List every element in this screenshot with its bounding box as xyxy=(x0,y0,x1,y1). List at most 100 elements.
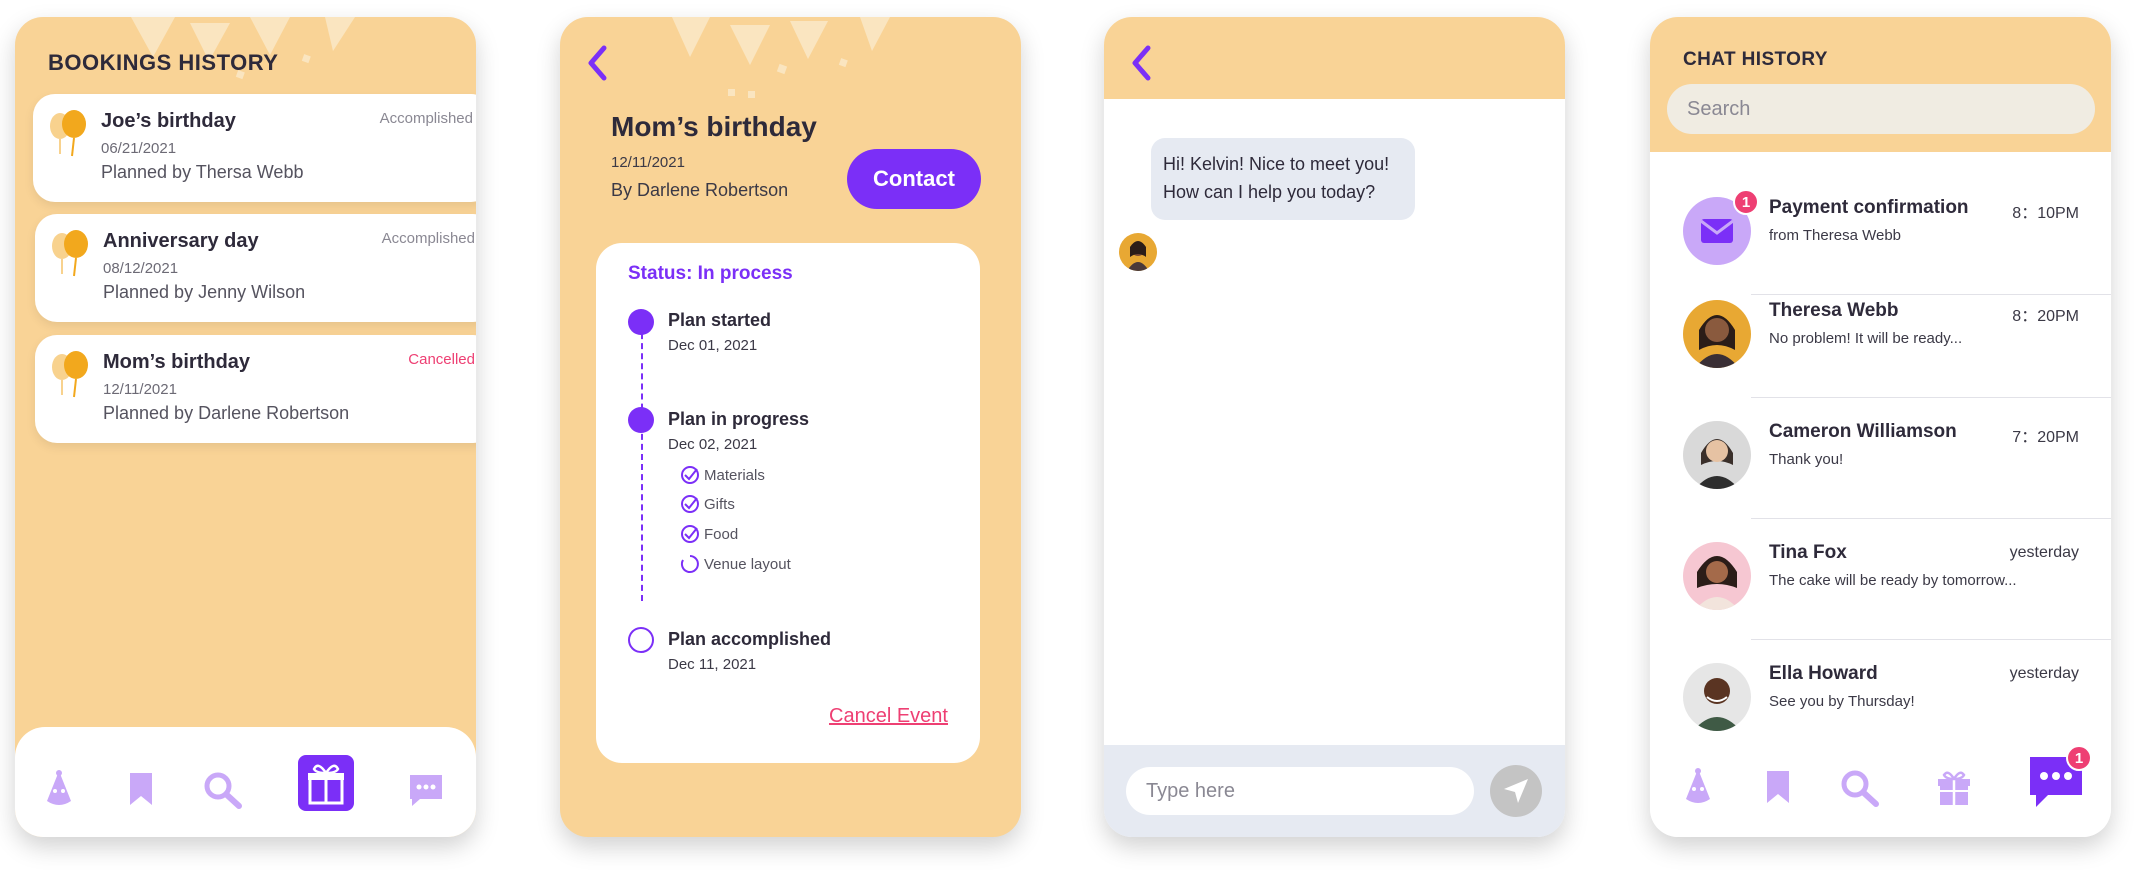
back-icon[interactable] xyxy=(1128,43,1154,83)
balloons-icon xyxy=(52,351,89,398)
chat-name: Cameron Williamson xyxy=(1769,421,1957,442)
chat-time: 7：20PM xyxy=(2012,429,2079,446)
chat-time: yesterday xyxy=(2009,544,2079,561)
loading-circle-icon xyxy=(680,555,699,573)
message-text: Hi! Kelvin! Nice to meet you! xyxy=(1163,154,1390,174)
event-date: 12/11/2021 xyxy=(611,154,685,171)
gift-icon xyxy=(308,764,344,805)
chat-preview: The cake will be ready by tomorrow... xyxy=(1769,572,2017,589)
timeline-step-date: Dec 11, 2021 xyxy=(668,656,757,673)
party-hat-icon[interactable] xyxy=(1682,767,1714,807)
check-circle-icon xyxy=(681,525,699,543)
chat-time: 8：10PM xyxy=(2012,205,2079,222)
status-badge: Cancelled xyxy=(408,351,475,368)
chat-name: Ella Howard xyxy=(1769,663,1878,684)
task-item: Gifts xyxy=(680,494,735,514)
page-title: BOOKINGS HISTORY xyxy=(48,50,279,75)
compose-bar xyxy=(1104,745,1565,837)
party-hat-icon[interactable] xyxy=(43,769,75,809)
status-card: Status: In process Plan started Dec 01, … xyxy=(596,243,980,763)
avatar xyxy=(1683,421,1751,489)
balloons-icon xyxy=(52,230,89,277)
chat-name: Theresa Webb xyxy=(1769,300,1899,321)
task-item: Food xyxy=(680,524,738,544)
chat-preview: No problem! It will be ready... xyxy=(1769,330,1963,347)
chat-screen: Hi! Kelvin! Nice to meet you! How can I … xyxy=(1104,17,1565,837)
timeline-dot xyxy=(628,407,654,433)
task-label: Food xyxy=(704,525,739,543)
contact-button[interactable]: Contact xyxy=(847,149,981,209)
task-item: Materials xyxy=(680,465,765,485)
chat-history-screen: CHAT HISTORY 1 Payment confirmation from… xyxy=(1650,17,2111,837)
send-button[interactable] xyxy=(1490,765,1542,817)
chat-list-item[interactable]: Tina Fox The cake will be ready by tomor… xyxy=(1650,520,2111,640)
avatar xyxy=(1683,663,1751,731)
timeline-step-date: Dec 01, 2021 xyxy=(668,337,758,354)
avatar xyxy=(1119,233,1157,271)
avatar xyxy=(1683,542,1751,610)
bunting-decoration xyxy=(672,17,890,98)
message-text: How can I help you today? xyxy=(1163,182,1376,202)
booking-planner: Planned by Jenny Wilson xyxy=(103,282,306,302)
chat-list-item[interactable]: Theresa Webb No problem! It will be read… xyxy=(1650,278,2111,398)
event-organizer: By Darlene Robertson xyxy=(611,180,789,200)
timeline-dot xyxy=(628,627,654,653)
bookings-history-screen: BOOKINGS HISTORY Joe’s birthday 06/21/20… xyxy=(15,17,476,837)
booking-date: 12/11/2021 xyxy=(103,381,177,398)
timeline-line xyxy=(641,323,643,601)
status-badge: Accomplished xyxy=(379,110,473,127)
timeline-step-title: Plan started xyxy=(668,310,772,330)
booking-date: 08/12/2021 xyxy=(103,260,179,277)
message-input[interactable] xyxy=(1126,767,1474,815)
status-label: Status: In process xyxy=(628,263,793,284)
divider xyxy=(1751,518,2111,519)
booking-card[interactable]: Joe’s birthday 06/21/2021 Planned by The… xyxy=(33,94,476,202)
event-title: Mom’s birthday xyxy=(611,111,817,142)
divider xyxy=(1751,639,2111,640)
timeline-step-title: Plan accomplished xyxy=(668,629,832,649)
check-circle-icon xyxy=(681,495,699,513)
page-title: CHAT HISTORY xyxy=(1683,49,1828,70)
chat-history-header: CHAT HISTORY xyxy=(1650,17,2111,152)
chat-name: Payment confirmation xyxy=(1769,197,1969,218)
chat-preview: from Theresa Webb xyxy=(1769,227,1902,244)
message-bubble: Hi! Kelvin! Nice to meet you! How can I … xyxy=(1151,138,1415,220)
notification-badge: 1 xyxy=(1733,189,1759,215)
search-input[interactable] xyxy=(1667,84,2095,134)
check-circle-icon xyxy=(681,466,699,484)
booking-card[interactable]: Anniversary day 08/12/2021 Planned by Je… xyxy=(35,214,476,322)
timeline-step-date: Dec 02, 2021 xyxy=(668,436,758,453)
chat-preview: Thank you! xyxy=(1769,451,1844,468)
gift-button[interactable] xyxy=(298,755,354,811)
chat-name: Tina Fox xyxy=(1769,542,1847,563)
search-icon[interactable] xyxy=(1840,769,1880,807)
search-icon[interactable] xyxy=(203,771,243,809)
chat-icon[interactable] xyxy=(406,771,446,809)
cancel-event-button[interactable]: Cancel Event xyxy=(829,705,948,728)
bookmark-icon[interactable] xyxy=(127,771,155,807)
send-icon xyxy=(1504,779,1528,803)
chat-list-item[interactable]: 1 Payment confirmation from Theresa Webb… xyxy=(1650,175,2111,295)
timeline-dot xyxy=(628,309,654,335)
back-icon[interactable] xyxy=(584,43,610,83)
booking-planner: Planned by Darlene Robertson xyxy=(103,403,350,423)
task-label: Venue layout xyxy=(704,555,791,573)
chat-list-item[interactable]: Cameron Williamson Thank you! 7：20PM xyxy=(1650,399,2111,519)
event-detail-screen: Mom’s birthday 12/11/2021 By Darlene Rob… xyxy=(560,17,1021,837)
booking-name: Anniversary day xyxy=(103,230,259,252)
booking-name: Mom’s birthday xyxy=(103,351,251,373)
status-badge: Accomplished xyxy=(381,230,475,247)
booking-date: 06/21/2021 xyxy=(101,140,177,157)
chat-preview: See you by Thursday! xyxy=(1769,693,1915,710)
task-label: Gifts xyxy=(704,495,735,513)
task-item: Venue layout xyxy=(680,554,791,574)
bottom-nav: 1 xyxy=(1650,735,2111,837)
gift-icon[interactable] xyxy=(1934,767,1974,807)
chat-time: yesterday xyxy=(2009,665,2079,682)
notification-badge: 1 xyxy=(2066,745,2092,771)
chat-header xyxy=(1104,17,1565,99)
booking-name: Joe’s birthday xyxy=(101,110,236,132)
bookmark-icon[interactable] xyxy=(1764,769,1792,805)
booking-card[interactable]: Mom’s birthday 12/11/2021 Planned by Dar… xyxy=(35,335,476,443)
avatar xyxy=(1683,300,1751,368)
